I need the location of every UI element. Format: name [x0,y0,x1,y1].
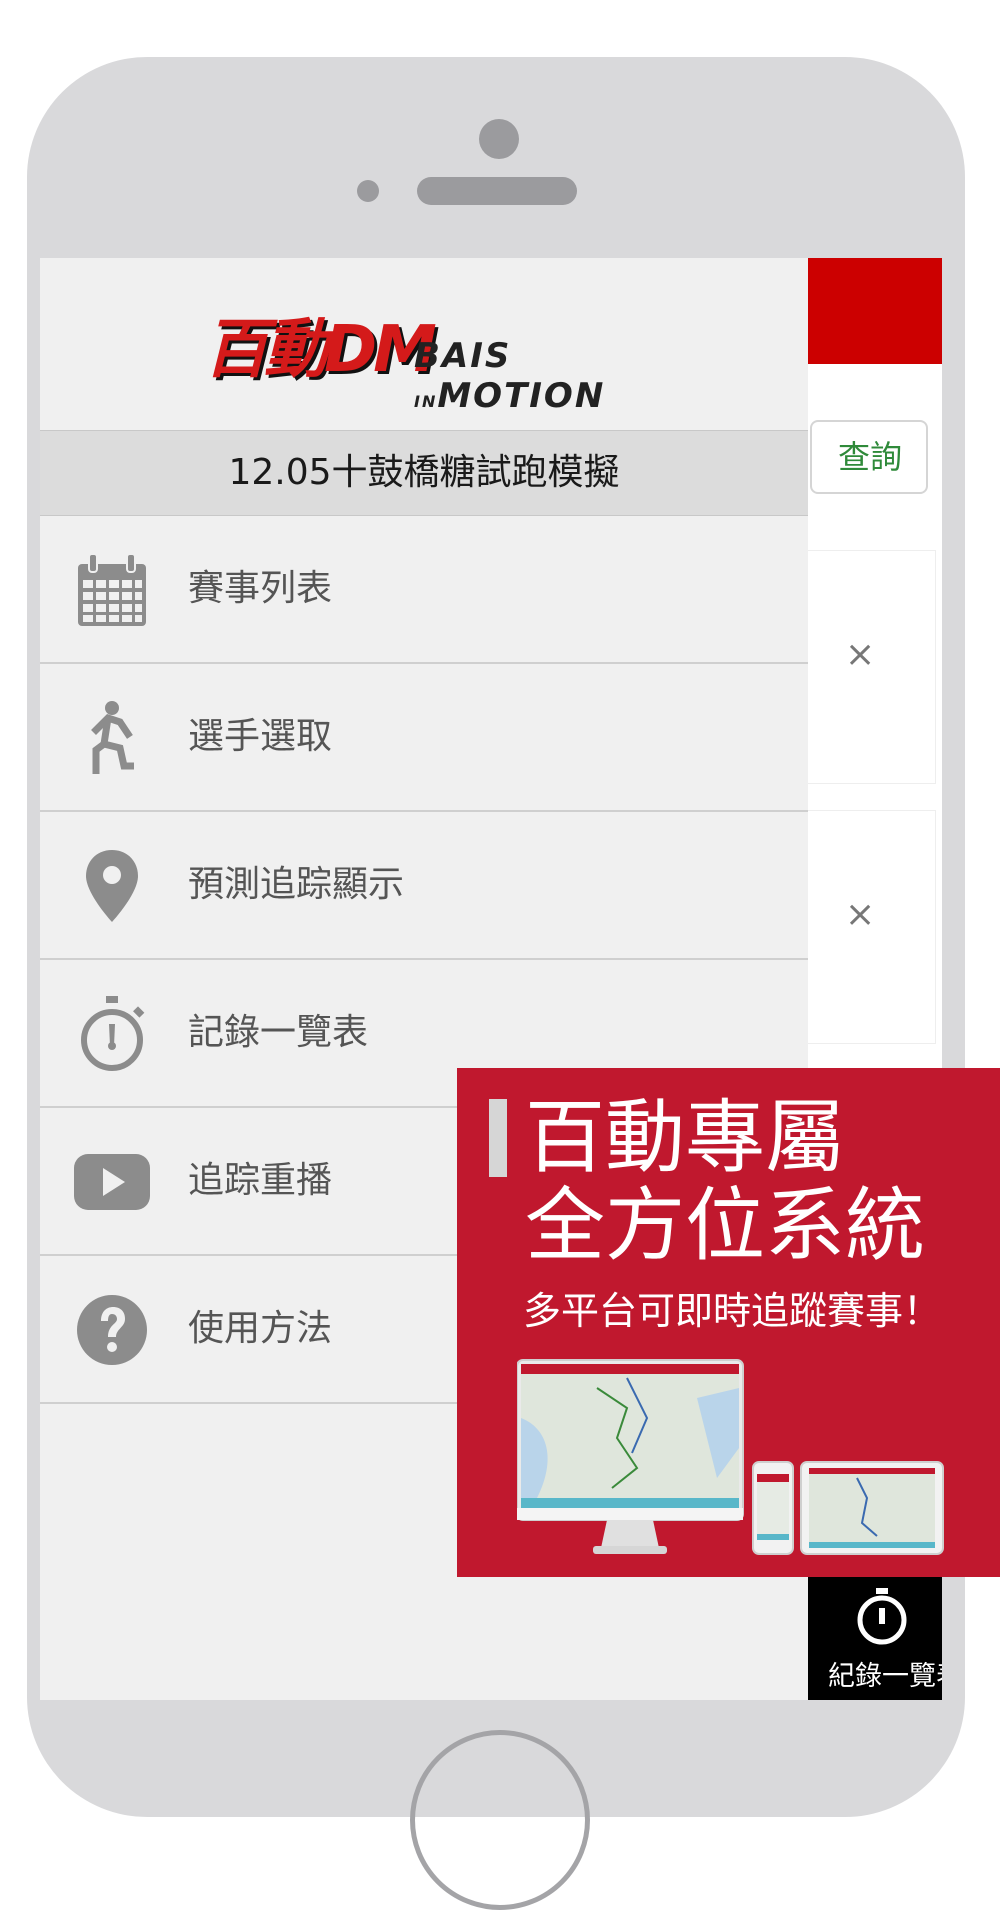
earpiece-speaker [417,177,577,205]
promo-title-line2: 全方位系統 [525,1179,925,1272]
calendar-icon [78,553,146,626]
phone-device-image [752,1461,794,1555]
stopwatch-icon [857,1588,907,1645]
menu-item-label: 選手選取 [188,716,333,757]
promo-banner[interactable]: 百動專屬 全方位系統 多平台可即時追蹤賽事！ [457,1068,1000,1577]
logo-english: BAIS INMOTION [414,336,606,416]
play-video-icon [74,1154,150,1210]
query-button[interactable]: 查詢 [810,420,928,494]
proximity-sensor [357,180,379,202]
menu-item-label: 使用方法 [188,1308,333,1349]
desktop-monitor-image [517,1359,744,1554]
map-pin-icon [86,850,138,922]
promo-title-line1: 百動專屬 [525,1091,845,1184]
close-icon[interactable]: × [845,635,875,675]
menu-item-athlete-select[interactable]: 選手選取 [40,664,808,812]
tab-records[interactable]: 紀錄一覽表 [800,1568,942,1700]
menu-item-label: 追踪重播 [188,1160,333,1201]
promo-accent-bar [489,1099,507,1177]
menu-item-race-list[interactable]: 賽事列表 [40,516,808,664]
runner-icon [91,701,134,774]
promo-subtitle: 多平台可即時追蹤賽事！ [523,1289,942,1333]
menu-item-label: 賽事列表 [188,568,333,609]
menu-item-label: 記錄一覽表 [188,1012,369,1053]
stopwatch-icon [81,996,145,1071]
multi-device-illustration [517,1359,944,1555]
logo-chinese: 百動DM [204,313,437,387]
brand-logo: 百動DM BAIS INMOTION [204,298,664,416]
menu-item-label: 預測追踪顯示 [188,864,405,905]
close-icon[interactable]: × [845,895,875,935]
front-camera [479,119,519,159]
help-icon [77,1295,147,1365]
tablet-device-image [800,1461,944,1555]
home-button[interactable] [410,1730,590,1910]
menu-item-prediction-tracking[interactable]: 預測追踪顯示 [40,812,808,960]
tab-records-label: 紀錄一覽表 [828,1661,942,1692]
event-title: 12.05十鼓橋糖試跑模擬 [40,430,808,516]
